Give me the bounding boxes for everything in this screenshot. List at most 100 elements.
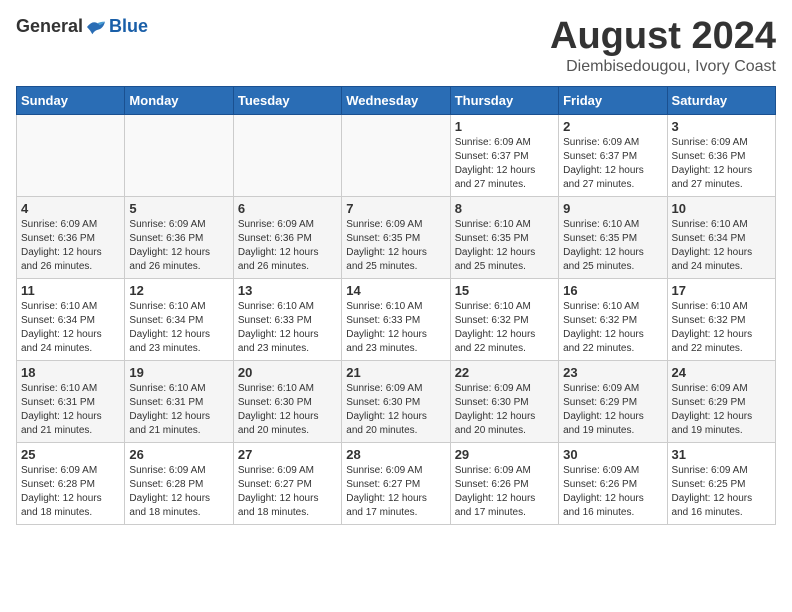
day-info: Sunrise: 6:10 AM Sunset: 6:31 PM Dayligh…: [129, 383, 210, 436]
calendar-week-row: 1 Sunrise: 6:09 AM Sunset: 6:37 PM Daylig…: [17, 114, 776, 196]
day-info: Sunrise: 6:09 AM Sunset: 6:26 PM Dayligh…: [455, 465, 536, 518]
day-number: 28: [346, 447, 445, 462]
day-number: 11: [21, 283, 120, 298]
day-of-week-header: Monday: [125, 86, 233, 114]
calendar-cell: 8 Sunrise: 6:10 AM Sunset: 6:35 PM Daylig…: [450, 196, 558, 278]
day-number: 9: [563, 201, 662, 216]
day-number: 16: [563, 283, 662, 298]
header: General Blue August 2024 Diembisedougou,…: [16, 16, 776, 76]
day-info: Sunrise: 6:09 AM Sunset: 6:30 PM Dayligh…: [455, 383, 536, 436]
calendar-body: 1 Sunrise: 6:09 AM Sunset: 6:37 PM Daylig…: [17, 114, 776, 524]
day-number: 20: [238, 365, 337, 380]
calendar-cell: 13Sunrise: 6:10 AM Sunset: 6:33 PM Dayli…: [233, 278, 341, 360]
logo-blue-text: Blue: [109, 16, 148, 37]
day-info: Sunrise: 6:10 AM Sunset: 6:34 PM Dayligh…: [672, 219, 753, 272]
day-of-week-header: Sunday: [17, 86, 125, 114]
day-info: Sunrise: 6:09 AM Sunset: 6:28 PM Dayligh…: [21, 465, 102, 518]
day-info: Sunrise: 6:09 AM Sunset: 6:36 PM Dayligh…: [129, 219, 210, 272]
calendar-cell: [342, 114, 450, 196]
day-info: Sunrise: 6:09 AM Sunset: 6:29 PM Dayligh…: [563, 383, 644, 436]
day-info: Sunrise: 6:10 AM Sunset: 6:35 PM Dayligh…: [455, 219, 536, 272]
day-number: 4: [21, 201, 120, 216]
day-number: 5: [129, 201, 228, 216]
day-number: 6: [238, 201, 337, 216]
calendar-cell: 2 Sunrise: 6:09 AM Sunset: 6:37 PM Daylig…: [559, 114, 667, 196]
calendar-cell: [17, 114, 125, 196]
day-info: Sunrise: 6:10 AM Sunset: 6:34 PM Dayligh…: [21, 301, 102, 354]
day-info: Sunrise: 6:10 AM Sunset: 6:33 PM Dayligh…: [238, 301, 319, 354]
day-info: Sunrise: 6:10 AM Sunset: 6:34 PM Dayligh…: [129, 301, 210, 354]
day-info: Sunrise: 6:09 AM Sunset: 6:37 PM Dayligh…: [455, 137, 536, 190]
calendar-cell: 5 Sunrise: 6:09 AM Sunset: 6:36 PM Daylig…: [125, 196, 233, 278]
day-number: 14: [346, 283, 445, 298]
day-number: 1: [455, 119, 554, 134]
day-info: Sunrise: 6:10 AM Sunset: 6:32 PM Dayligh…: [455, 301, 536, 354]
calendar-cell: 24 Sunrise: 6:09 AM Sunset: 6:29 PM Dayli…: [667, 360, 775, 442]
day-of-week-header: Friday: [559, 86, 667, 114]
day-number: 21: [346, 365, 445, 380]
day-of-week-header: Wednesday: [342, 86, 450, 114]
day-info: Sunrise: 6:10 AM Sunset: 6:32 PM Dayligh…: [672, 301, 753, 354]
day-info: Sunrise: 6:10 AM Sunset: 6:35 PM Dayligh…: [563, 219, 644, 272]
day-info: Sunrise: 6:09 AM Sunset: 6:35 PM Dayligh…: [346, 219, 427, 272]
day-number: 24: [672, 365, 771, 380]
day-of-week-header: Saturday: [667, 86, 775, 114]
calendar-week-row: 4 Sunrise: 6:09 AM Sunset: 6:36 PM Daylig…: [17, 196, 776, 278]
calendar-header-row: SundayMondayTuesdayWednesdayThursdayFrid…: [17, 86, 776, 114]
calendar-table: SundayMondayTuesdayWednesdayThursdayFrid…: [16, 86, 776, 525]
calendar-cell: [125, 114, 233, 196]
day-number: 19: [129, 365, 228, 380]
day-info: Sunrise: 6:09 AM Sunset: 6:26 PM Dayligh…: [563, 465, 644, 518]
day-info: Sunrise: 6:09 AM Sunset: 6:36 PM Dayligh…: [21, 219, 102, 272]
day-of-week-header: Thursday: [450, 86, 558, 114]
day-info: Sunrise: 6:09 AM Sunset: 6:28 PM Dayligh…: [129, 465, 210, 518]
calendar-cell: 16 Sunrise: 6:10 AM Sunset: 6:32 PM Dayli…: [559, 278, 667, 360]
calendar-cell: 1 Sunrise: 6:09 AM Sunset: 6:37 PM Daylig…: [450, 114, 558, 196]
day-info: Sunrise: 6:10 AM Sunset: 6:33 PM Dayligh…: [346, 301, 427, 354]
day-number: 15: [455, 283, 554, 298]
calendar-cell: 28 Sunrise: 6:09 AM Sunset: 6:27 PM Dayli…: [342, 442, 450, 524]
day-number: 3: [672, 119, 771, 134]
calendar-cell: 6 Sunrise: 6:09 AM Sunset: 6:36 PM Daylig…: [233, 196, 341, 278]
calendar-cell: 19 Sunrise: 6:10 AM Sunset: 6:31 PM Dayli…: [125, 360, 233, 442]
day-number: 27: [238, 447, 337, 462]
calendar-cell: 11 Sunrise: 6:10 AM Sunset: 6:34 PM Dayli…: [17, 278, 125, 360]
day-number: 2: [563, 119, 662, 134]
title-section: August 2024 Diembisedougou, Ivory Coast: [550, 16, 776, 76]
calendar-cell: 9 Sunrise: 6:10 AM Sunset: 6:35 PM Daylig…: [559, 196, 667, 278]
calendar-cell: 20Sunrise: 6:10 AM Sunset: 6:30 PM Dayli…: [233, 360, 341, 442]
day-number: 29: [455, 447, 554, 462]
day-of-week-header: Tuesday: [233, 86, 341, 114]
calendar-cell: 7 Sunrise: 6:09 AM Sunset: 6:35 PM Daylig…: [342, 196, 450, 278]
calendar-cell: 31 Sunrise: 6:09 AM Sunset: 6:25 PM Dayli…: [667, 442, 775, 524]
calendar-week-row: 18Sunrise: 6:10 AM Sunset: 6:31 PM Dayli…: [17, 360, 776, 442]
calendar-cell: 3Sunrise: 6:09 AM Sunset: 6:36 PM Daylig…: [667, 114, 775, 196]
day-number: 31: [672, 447, 771, 462]
calendar-cell: 27 Sunrise: 6:09 AM Sunset: 6:27 PM Dayli…: [233, 442, 341, 524]
calendar-cell: [233, 114, 341, 196]
calendar-cell: 12 Sunrise: 6:10 AM Sunset: 6:34 PM Dayli…: [125, 278, 233, 360]
calendar-cell: 30Sunrise: 6:09 AM Sunset: 6:26 PM Dayli…: [559, 442, 667, 524]
calendar-cell: 15 Sunrise: 6:10 AM Sunset: 6:32 PM Dayli…: [450, 278, 558, 360]
day-info: Sunrise: 6:09 AM Sunset: 6:27 PM Dayligh…: [238, 465, 319, 518]
day-number: 12: [129, 283, 228, 298]
day-number: 23: [563, 365, 662, 380]
day-info: Sunrise: 6:09 AM Sunset: 6:27 PM Dayligh…: [346, 465, 427, 518]
logo-bird-icon: [85, 18, 107, 36]
day-info: Sunrise: 6:09 AM Sunset: 6:25 PM Dayligh…: [672, 465, 753, 518]
day-number: 7: [346, 201, 445, 216]
calendar-cell: 23 Sunrise: 6:09 AM Sunset: 6:29 PM Dayli…: [559, 360, 667, 442]
logo: General Blue: [16, 16, 148, 37]
day-info: Sunrise: 6:10 AM Sunset: 6:32 PM Dayligh…: [563, 301, 644, 354]
day-info: Sunrise: 6:09 AM Sunset: 6:36 PM Dayligh…: [238, 219, 319, 272]
calendar-cell: 10Sunrise: 6:10 AM Sunset: 6:34 PM Dayli…: [667, 196, 775, 278]
day-info: Sunrise: 6:10 AM Sunset: 6:31 PM Dayligh…: [21, 383, 102, 436]
day-info: Sunrise: 6:09 AM Sunset: 6:37 PM Dayligh…: [563, 137, 644, 190]
calendar-cell: 29 Sunrise: 6:09 AM Sunset: 6:26 PM Dayli…: [450, 442, 558, 524]
day-info: Sunrise: 6:09 AM Sunset: 6:29 PM Dayligh…: [672, 383, 753, 436]
calendar-cell: 14 Sunrise: 6:10 AM Sunset: 6:33 PM Dayli…: [342, 278, 450, 360]
calendar-cell: 26Sunrise: 6:09 AM Sunset: 6:28 PM Dayli…: [125, 442, 233, 524]
main-title: August 2024: [550, 16, 776, 58]
day-number: 25: [21, 447, 120, 462]
day-number: 8: [455, 201, 554, 216]
